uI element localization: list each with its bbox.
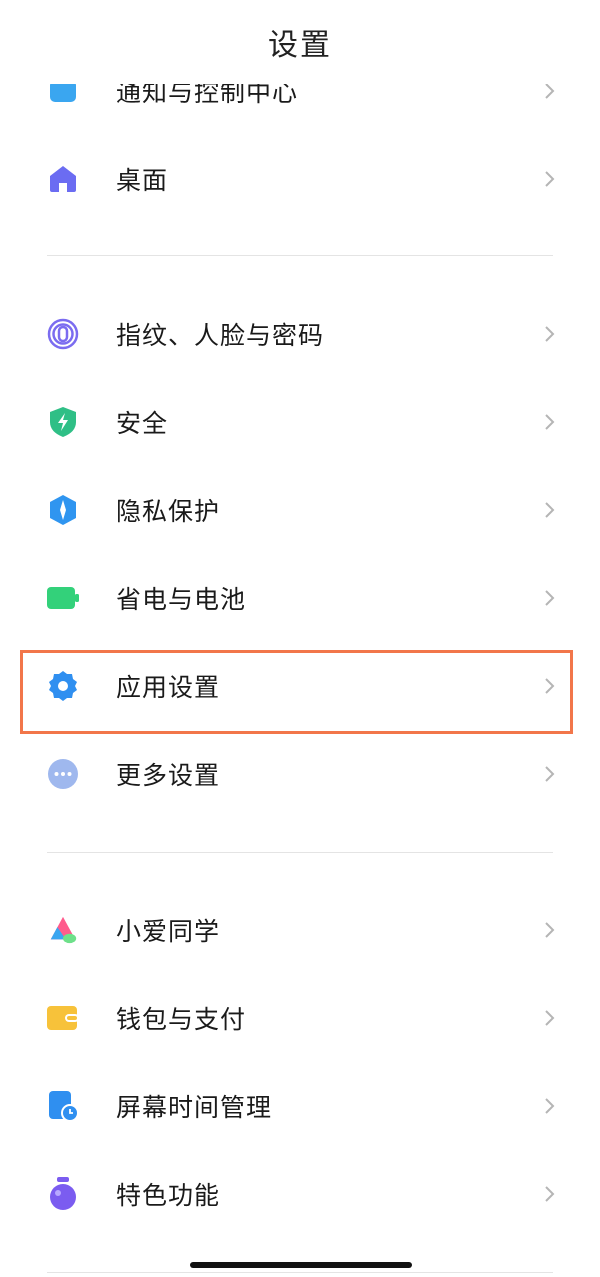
chevron-right-icon	[545, 1186, 555, 1202]
settings-item-label: 更多设置	[116, 761, 221, 790]
chevron-right-icon	[545, 326, 555, 342]
chevron-right-icon	[545, 590, 555, 606]
chevron-right-icon	[545, 83, 555, 99]
settings-item-label: 桌面	[116, 166, 169, 195]
settings-item-label: 安全	[116, 409, 169, 438]
page-title: 设置	[268, 28, 332, 63]
xiaoai-icon	[47, 914, 79, 946]
settings-item-features[interactable]: 特色功能	[0, 1150, 600, 1238]
privacy-icon	[47, 494, 79, 526]
chevron-right-icon	[545, 678, 555, 694]
header-bar: 设置	[0, 0, 600, 84]
settings-item-label: 省电与电池	[116, 585, 247, 614]
chevron-right-icon	[545, 922, 555, 938]
screen-time-icon	[47, 1090, 79, 1122]
chevron-right-icon	[545, 1098, 555, 1114]
settings-item-desktop[interactable]: 桌面	[0, 135, 600, 223]
section-divider	[47, 852, 553, 853]
settings-item-xiaoai[interactable]: 小爱同学	[0, 886, 600, 974]
home-icon	[47, 163, 79, 195]
section-divider	[47, 255, 553, 256]
settings-item-screen-time[interactable]: 屏幕时间管理	[0, 1062, 600, 1150]
settings-item-label: 指纹、人脸与密码	[116, 321, 325, 350]
settings-item-app-settings[interactable]: 应用设置	[0, 642, 600, 730]
settings-item-privacy[interactable]: 隐私保护	[0, 466, 600, 554]
settings-item-label: 钱包与支付	[116, 1005, 247, 1034]
settings-item-fingerprint[interactable]: 指纹、人脸与密码	[0, 290, 600, 378]
settings-item-more-settings[interactable]: 更多设置	[0, 730, 600, 818]
fingerprint-icon	[47, 318, 79, 350]
chevron-right-icon	[545, 502, 555, 518]
settings-item-label: 特色功能	[116, 1181, 221, 1210]
battery-icon	[47, 582, 79, 614]
wallet-icon	[47, 1002, 79, 1034]
home-indicator[interactable]	[190, 1262, 412, 1268]
gear-icon	[47, 670, 79, 702]
more-icon	[47, 758, 79, 790]
settings-item-wallet[interactable]: 钱包与支付	[0, 974, 600, 1062]
shield-icon	[47, 406, 79, 438]
settings-item-label: 小爱同学	[116, 917, 221, 946]
settings-item-label: 应用设置	[116, 673, 221, 702]
settings-item-label: 隐私保护	[116, 497, 221, 526]
settings-item-label: 屏幕时间管理	[116, 1093, 273, 1122]
chevron-right-icon	[545, 414, 555, 430]
settings-item-battery[interactable]: 省电与电池	[0, 554, 600, 642]
section-divider	[47, 1272, 553, 1273]
chevron-right-icon	[545, 766, 555, 782]
chevron-right-icon	[545, 1010, 555, 1026]
chevron-right-icon	[545, 171, 555, 187]
settings-item-security[interactable]: 安全	[0, 378, 600, 466]
features-icon	[47, 1177, 79, 1210]
